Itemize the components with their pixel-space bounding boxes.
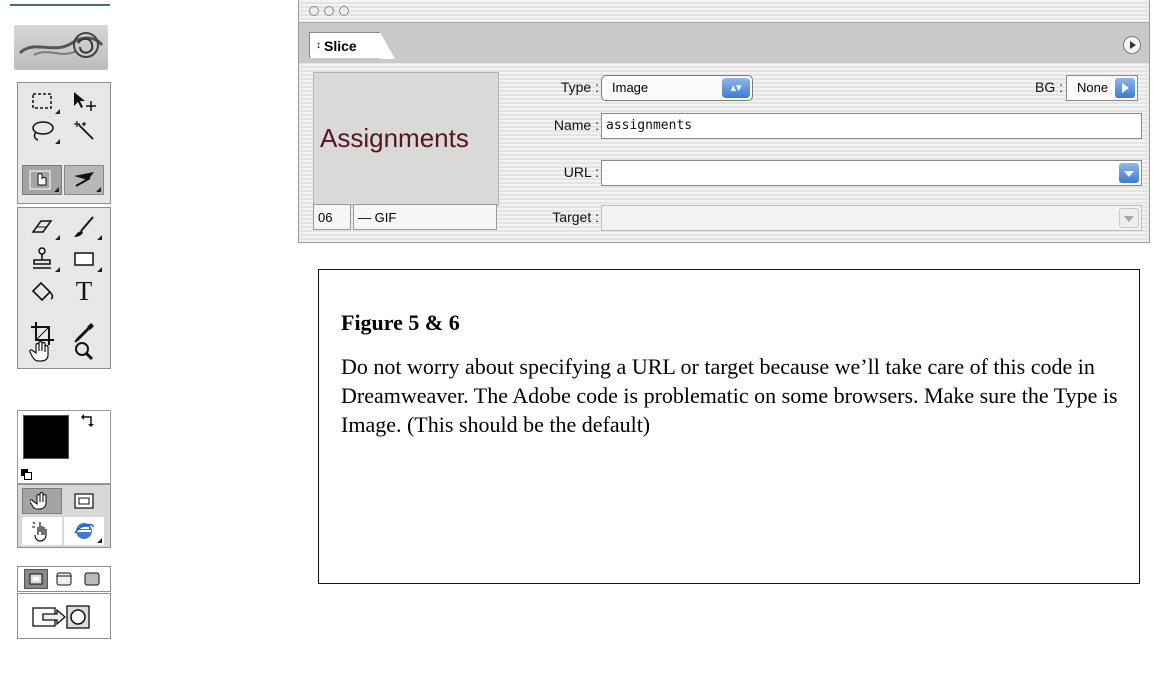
slice-preview-text: Assignments — [320, 123, 469, 153]
figure-caption-title: Figure 5 & 6 — [341, 310, 460, 335]
slice-format: — GIF — [353, 204, 497, 230]
bg-value: None — [1077, 80, 1109, 95]
figure-caption-box: Figure 5 & 6 Do not worry about specifyi… — [318, 269, 1140, 584]
default-colors-icon[interactable] — [21, 469, 32, 480]
magic-wand-tool[interactable] — [64, 116, 104, 146]
zoom-button[interactable] — [339, 6, 349, 16]
slice-select-tool[interactable] — [22, 165, 62, 195]
name-field[interactable]: assignments — [601, 113, 1142, 139]
url-label: URL : — [563, 164, 599, 180]
type-value: Image — [612, 80, 649, 95]
submenu-indicator — [97, 235, 102, 240]
palette-titlebar[interactable] — [299, 0, 1149, 20]
screen-mode-icon — [84, 572, 100, 586]
rectangle-tool[interactable] — [64, 244, 104, 274]
slice-icon — [74, 172, 94, 187]
eraser-tool[interactable] — [22, 212, 62, 242]
url-field[interactable] — [601, 160, 1142, 186]
slice-number: 06 — [313, 204, 351, 230]
browser-icon — [74, 523, 94, 539]
paint-bucket-icon — [31, 281, 54, 302]
stamp-tool[interactable] — [22, 244, 62, 274]
paint-bucket-tool[interactable] — [22, 276, 62, 306]
brush-tool[interactable] — [64, 212, 104, 242]
selection-tools-group — [17, 82, 111, 204]
palette-tab-row: ↕ Slice — [299, 22, 1149, 63]
target-label: Target : — [552, 209, 599, 225]
close-button[interactable] — [309, 6, 319, 16]
target-field — [601, 205, 1142, 231]
submenu-indicator — [55, 139, 60, 144]
hand-tool[interactable] — [22, 336, 62, 366]
eraser-icon — [31, 220, 53, 233]
hand-cursor-icon — [32, 521, 47, 542]
swap-colors-icon[interactable] — [80, 413, 96, 429]
submenu-indicator — [55, 267, 60, 272]
slice-tool[interactable] — [64, 165, 104, 195]
submenu-indicator — [55, 109, 60, 114]
preview-in-browser-button[interactable] — [64, 517, 104, 545]
screen-mode-full[interactable] — [80, 569, 104, 589]
rectangle-icon — [74, 252, 94, 266]
foreground-color[interactable] — [23, 415, 69, 459]
brush-icon — [74, 216, 94, 237]
zoom-tool[interactable] — [64, 336, 104, 366]
lasso-tool[interactable] — [22, 116, 62, 146]
rollover-preview-button[interactable] — [22, 488, 62, 514]
bg-label: BG : — [1034, 79, 1063, 95]
type-label: Type : — [560, 79, 599, 95]
imageready-logo — [14, 25, 108, 70]
figure-caption-body: Do not worry about specifying a URL or t… — [341, 354, 1118, 437]
submenu-indicator — [97, 267, 102, 272]
submenu-indicator — [54, 187, 59, 192]
palette-top-border — [10, 4, 110, 6]
jump-to-photoshop-icon — [32, 605, 90, 629]
tab-collapse-icon: ↕ — [316, 40, 321, 51]
type-select[interactable]: Image ▴▾ — [601, 75, 753, 101]
screen-mode-icon — [56, 572, 72, 586]
lasso-icon — [32, 121, 54, 141]
submenu-indicator — [96, 187, 101, 192]
screen-mode-group — [17, 566, 111, 592]
screen-mode-standard[interactable] — [24, 569, 48, 589]
paint-tools-group: T — [17, 207, 111, 369]
zoom-icon — [75, 342, 94, 361]
play-arrow-icon — [1130, 41, 1136, 49]
submenu-indicator — [55, 235, 60, 240]
screen-mode-full-menu[interactable] — [52, 569, 76, 589]
image-map-button[interactable] — [64, 488, 104, 514]
tool-palette: T — [10, 0, 111, 677]
rollover-icon — [30, 491, 47, 510]
tab-label: Slice — [324, 37, 357, 54]
minimize-button[interactable] — [324, 6, 334, 16]
name-label: Name : — [553, 117, 599, 133]
image-map-icon — [74, 493, 94, 509]
submenu-indicator — [97, 538, 102, 543]
hand-cursor-button[interactable] — [22, 517, 62, 545]
text-icon: T — [75, 275, 93, 306]
magic-wand-icon — [74, 121, 94, 140]
text-tool[interactable]: T — [64, 276, 104, 306]
rollover-tools-group — [17, 484, 111, 548]
jump-to-photoshop-button[interactable] — [22, 600, 102, 632]
slice-select-icon — [29, 170, 51, 190]
hand-icon — [29, 340, 49, 362]
tab-slice[interactable]: ↕ Slice — [309, 32, 395, 59]
slice-preview: Assignments — [313, 72, 499, 206]
color-swatches-group — [17, 410, 111, 484]
palette-menu-button[interactable] — [1123, 36, 1141, 54]
bg-select[interactable]: None — [1066, 75, 1138, 101]
screen-mode-icon — [29, 573, 43, 585]
marquee-icon — [32, 93, 52, 109]
marquee-tool[interactable] — [22, 86, 62, 116]
stamp-icon — [33, 247, 51, 269]
target-dropdown-icon — [1119, 208, 1139, 228]
dropdown-arrow-icon — [1115, 78, 1135, 98]
move-tool[interactable] — [64, 86, 104, 116]
select-stepper-icon: ▴▾ — [722, 78, 750, 98]
jump-to-group — [17, 593, 111, 639]
move-icon — [74, 92, 96, 111]
url-dropdown-icon[interactable] — [1119, 163, 1139, 183]
slice-palette: ↕ Slice Assignments 06 — GIF Type : Imag… — [298, 0, 1150, 243]
